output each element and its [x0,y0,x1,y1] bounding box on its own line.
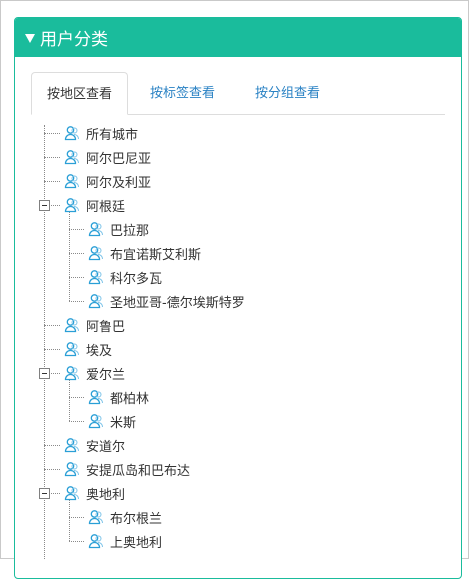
tree-node[interactable]: 布宜诺斯艾利斯 [88,243,201,263]
tree-node-label: 科尔多瓦 [110,271,163,287]
user-icon [64,341,86,357]
tree-node[interactable]: 圣地亚哥-德尔埃斯特罗 [88,291,245,311]
tab-by-region[interactable]: 按地区查看 [31,72,129,115]
user-icon [64,173,86,189]
user-icon [64,197,86,213]
user-icon [88,533,110,549]
user-icon [88,269,110,285]
tree-node-label: 安道尔 [86,439,126,455]
tree-node-label: 爱尔兰 [86,367,126,383]
user-icon [88,221,110,237]
view-tabs: 按地区查看 按标签查看 按分组查看 [31,72,445,115]
user-icon [64,461,86,477]
tree-node[interactable]: 阿鲁巴 [64,315,125,335]
tree-node[interactable]: 安提瓜岛和巴布达 [64,459,190,479]
tree-node[interactable]: 所有城市 [64,123,138,143]
tree-node-label: 阿尔巴尼亚 [86,151,152,167]
tree-node-label: 布宜诺斯艾利斯 [110,247,202,263]
user-icon [64,149,86,165]
user-icon [88,509,110,525]
tree-node[interactable]: 安道尔 [64,435,125,455]
tree-node-label: 奥地利 [86,487,126,503]
user-icon [88,245,110,261]
tree-node[interactable]: 阿根廷 [64,195,125,215]
tree-node[interactable]: 米斯 [88,411,136,431]
tree-node[interactable]: 都柏林 [88,387,149,407]
tree-node-label: 阿尔及利亚 [86,175,152,191]
user-icon [88,389,110,405]
user-icon [64,125,86,141]
tree-node-label: 布尔根兰 [110,511,163,527]
tree-node[interactable]: 阿尔及利亚 [64,171,151,191]
tab-by-tag[interactable]: 按标签查看 [135,72,230,114]
user-icon [64,365,86,381]
tree-node[interactable]: 埃及 [64,339,112,359]
user-icon [88,413,110,429]
tree-node-label: 阿鲁巴 [86,319,126,335]
tree-node[interactable]: 阿尔巴尼亚 [64,147,151,167]
tree-node[interactable]: 科尔多瓦 [88,267,162,287]
tree-node[interactable]: 上奥地利 [88,531,162,551]
tree-node-label: 安提瓜岛和巴布达 [86,463,191,479]
tree-node-label: 米斯 [110,415,137,431]
tab-by-group[interactable]: 按分组查看 [240,72,335,114]
tree-node[interactable]: 巴拉那 [88,219,149,239]
tree-node-label: 所有城市 [86,127,139,143]
tree-node[interactable]: 爱尔兰 [64,363,125,383]
panel-header[interactable]: 用户分类 [15,18,461,57]
tree-node-label: 都柏林 [110,391,150,407]
user-icon [64,437,86,453]
tree-node-label: 圣地亚哥-德尔埃斯特罗 [110,295,245,311]
tree-node-label: 上奥地利 [110,535,163,551]
panel-title: 用户分类 [40,30,108,50]
tree-node-label: 阿根廷 [86,199,126,215]
user-icon [64,485,86,501]
tree-node-label: 巴拉那 [110,223,150,239]
tree-node[interactable]: 布尔根兰 [88,507,162,527]
tree-node[interactable]: 奥地利 [64,483,125,503]
caret-down-icon[interactable] [25,34,35,43]
user-icon [88,293,110,309]
user-icon [64,317,86,333]
tree-node-label: 埃及 [86,343,113,359]
